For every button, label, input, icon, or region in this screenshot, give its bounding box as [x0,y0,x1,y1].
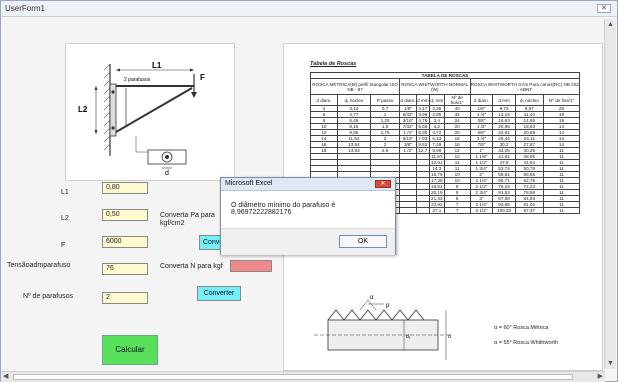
column-header: P passo [369,94,401,106]
table-cell: 7 [443,207,471,214]
column-header: d mm [492,94,516,106]
window-close-button[interactable]: ✕ [597,4,611,13]
profile-label-alpha: α [370,295,374,301]
table-cell: 21,33 [428,195,445,202]
column-header: d₁ mm [428,94,445,106]
thread-profile-svg: α p d₁ d [314,295,452,360]
profile-label-p: p [386,303,390,309]
table-cell: 11 [542,207,581,214]
table-cell: 11,57 [428,153,445,160]
column-header: d diam. [399,94,417,106]
column-header: Nº de fios/1" [443,94,471,106]
group-whitworth-normal: ROSCA WHITWORTH NORMAL (W) [399,78,471,95]
table-cell: 100,33 [492,207,516,214]
dialog-footer: OK [221,228,395,255]
convert-n-button[interactable]: Converter [197,286,241,301]
table-cell [415,207,430,214]
table-cell: 97,37 [514,207,544,214]
bracket-diagram-svg: L1 L2 F d 2 parafusos [78,61,205,177]
diagram-label-L2: L2 [78,105,88,114]
diagram-bolts-note: 2 parafusos [124,77,151,83]
table-cell: 16,79 [428,171,445,178]
convert-n-result-box[interactable] [230,260,272,272]
scroll-up-arrow-icon[interactable]: ▲ [607,21,614,28]
convert-pa-label: Converta Pa para kgf/cm2 [160,212,215,227]
L2-input[interactable]: 0,50 [102,209,148,221]
column-header: d mm [415,94,430,106]
dialog-ok-button[interactable]: OK [339,235,387,248]
tensao-input[interactable]: 76 [102,263,148,275]
table-cell: 18,61 [428,183,445,190]
calcular-button[interactable]: Calcular [102,335,158,365]
group-metric: ROSCA MÉTRICA(M) perfil triangular ISO N… [309,78,401,95]
diagram-label-F: F [200,73,205,82]
table-cell: 12,91 [428,159,445,166]
scroll-down-arrow-icon[interactable]: ▼ [607,360,614,367]
scroll-left-arrow-icon[interactable]: ◀ [3,372,8,380]
table-cell: 3 1/2" [469,207,494,214]
horizontal-scroll-thumb[interactable] [13,374,573,380]
column-header: d₁ núcleo [336,94,371,106]
table-cell [399,207,417,214]
column-header: d diam. [469,94,494,106]
horizontal-scrollbar[interactable]: ◀ ▶ [1,371,605,382]
dialog-title: Microsoft Excel [225,180,273,187]
label-F: F [61,242,66,249]
userform-window: UserForm1 ✕ L1 L2 F d 2 parafusos L1 0,8… [0,0,618,382]
profile-label-d: d [448,334,451,340]
L1-input[interactable]: 0,80 [102,182,148,194]
dialog-title-bar: Microsoft Excel ✕ [221,178,395,191]
window-title: UserForm1 [5,4,46,13]
scroll-right-arrow-icon[interactable]: ▶ [598,372,603,380]
group-whitworth-gas: ROSCA WHITWORTH GÁS Para canos(RC) NB 20… [469,78,581,95]
table-cell: 17,38 [428,177,445,184]
F-input[interactable]: 6000 [102,236,148,248]
table-cell: 20,19 [428,189,445,196]
table-header-row: d diam. d₁ núcleo P passo d diam. d mm d₁ mm N… [310,94,581,106]
alpha-metric-note: α = 60° Rosca Métrica [494,325,549,331]
column-header: d diam. [310,94,338,106]
title-bar: UserForm1 ✕ [1,1,617,17]
convert-n-label: Converta N para kgf [160,263,223,270]
vertical-scrollbar[interactable]: ▲ ▼ [604,19,616,369]
sheet-title: Tabela de Roscas [310,61,357,67]
alpha-whitworth-note: α = 55° Rosca Whithworth [494,340,558,346]
label-num-parafusos: Nº de parafusos [23,293,74,300]
dialog-message: O diâmetro mínimo do parafuso é 8,969722… [231,202,336,216]
diagram-label-L1: L1 [152,61,162,70]
dialog-close-button[interactable]: ✕ [375,180,391,188]
column-header: d₁ núcleo [514,94,544,106]
label-L2: L2 [61,215,69,222]
num-parafusos-input[interactable]: 2 [102,292,148,304]
table-cell: 27,1 [428,207,445,214]
label-L1: L1 [61,189,69,196]
bracket-diagram: L1 L2 F d 2 parafusos [65,43,235,181]
column-header: Nº de fios/1" [542,94,581,106]
excel-message-dialog: Microsoft Excel ✕ O diâmetro mínimo do p… [220,177,396,255]
diagram-label-d: d [165,170,169,177]
label-tensao: Tensãoadmparafuso [7,262,71,269]
profile-label-d1: d₁ [406,334,411,340]
table-cell: 23,92 [428,201,445,208]
